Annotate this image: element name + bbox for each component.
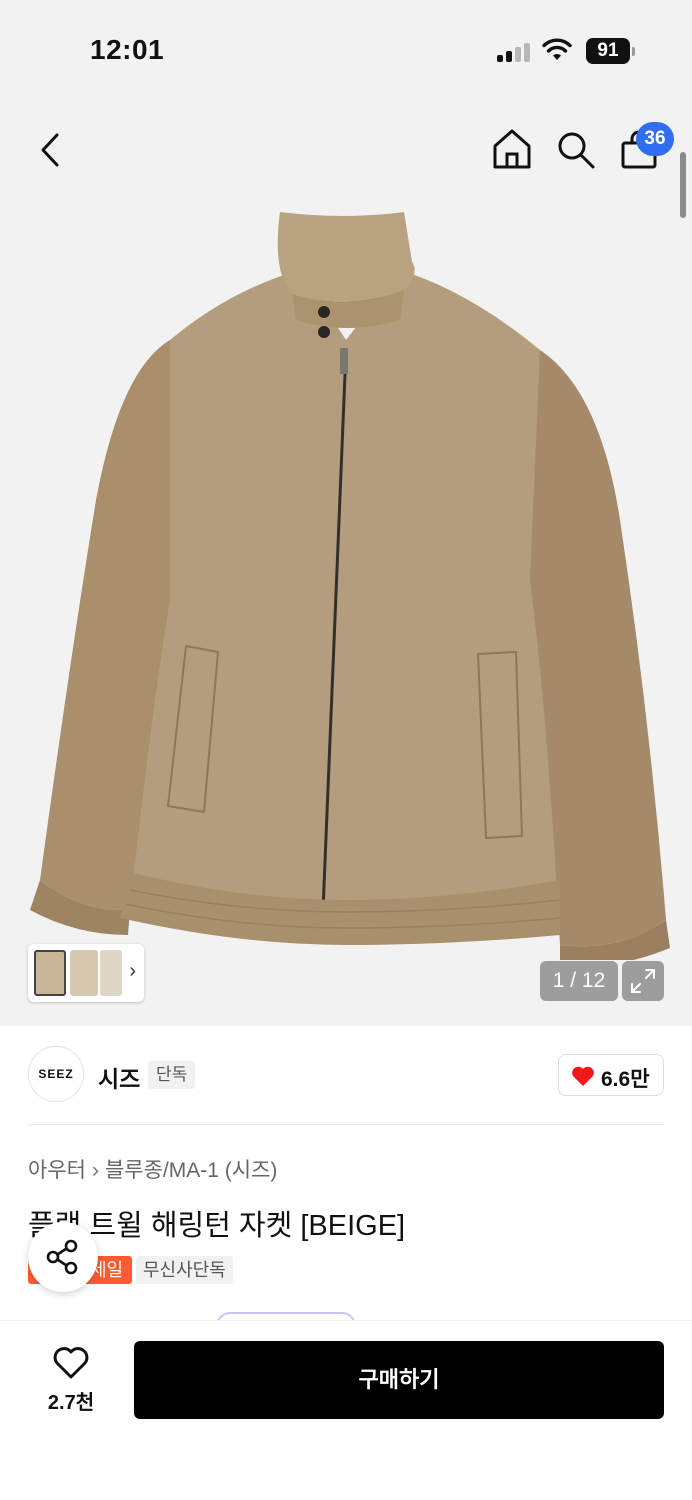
wishlist-count: 2.7천 — [47, 1392, 95, 1414]
brand-name[interactable]: 시즈 — [98, 1060, 140, 1094]
breadcrumb-item[interactable]: 블루종/MA-1 (시즈) — [105, 1159, 277, 1182]
breadcrumb-item[interactable]: 아우터 — [28, 1159, 86, 1182]
thumbnail-strip[interactable]: › — [28, 944, 144, 1002]
musinsa-exclusive-tag: 무신사단독 — [136, 1256, 233, 1284]
brand-like-button[interactable]: 6.6만 — [558, 1054, 664, 1096]
scroll-indicator — [680, 152, 686, 218]
buy-button[interactable]: 구매하기 — [134, 1341, 664, 1419]
expand-icon — [631, 969, 655, 993]
wifi-icon — [542, 38, 572, 60]
thumbnail[interactable] — [34, 950, 66, 996]
signal-icon — [497, 42, 533, 62]
thumbnail[interactable] — [70, 950, 98, 996]
status-bar: 12:01 91 — [0, 0, 692, 100]
image-counter: 1 / 12 — [540, 961, 618, 1001]
home-icon[interactable] — [492, 128, 532, 170]
brand-like-count: 6.6만 — [601, 1068, 650, 1091]
cart-count-badge: 36 — [636, 122, 674, 156]
share-icon — [46, 1239, 78, 1275]
brand-logo[interactable]: SEEZ — [28, 1046, 84, 1102]
search-icon[interactable] — [556, 130, 596, 170]
thumbnail-chevron-icon[interactable]: › — [129, 960, 136, 983]
brand-exclusive-tag: 단독 — [148, 1061, 196, 1089]
back-chevron-icon[interactable] — [38, 132, 62, 168]
thumbnail[interactable] — [100, 950, 122, 996]
status-time: 12:01 — [90, 34, 165, 65]
wishlist-button[interactable]: 2.7천 — [36, 1344, 106, 1414]
divider — [28, 1124, 664, 1125]
battery-icon: 91 — [586, 38, 635, 64]
breadcrumb-separator: › — [91, 1159, 99, 1182]
expand-button[interactable] — [622, 961, 664, 1001]
product-image[interactable] — [0, 200, 692, 960]
share-button[interactable] — [28, 1222, 98, 1292]
breadcrumb: 아우터 › 블루종/MA-1 (시즈) — [28, 1154, 277, 1184]
heart-outline-icon — [53, 1347, 89, 1379]
heart-filled-icon — [572, 1066, 594, 1086]
